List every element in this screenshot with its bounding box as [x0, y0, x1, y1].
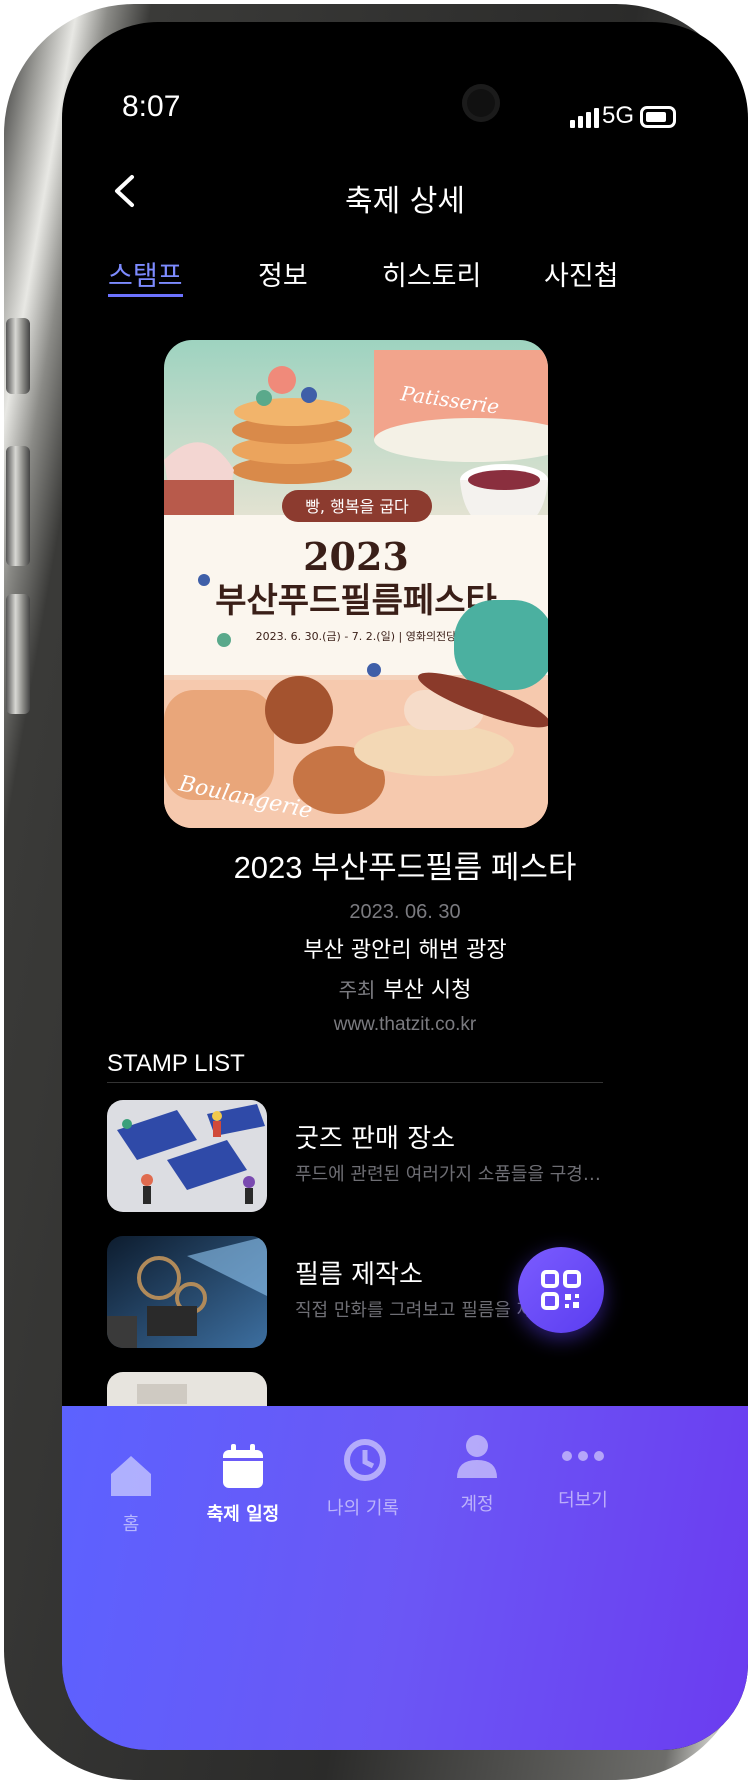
stamp-title: 필름 제작소 — [295, 1260, 423, 1290]
nav-label: 축제 일정 — [206, 1504, 280, 1525]
poster-festival-name: 부산푸드필름페스타 — [215, 581, 497, 621]
qr-scan-button[interactable] — [518, 1247, 604, 1333]
home-icon — [111, 1456, 151, 1496]
festival-poster: 빵, 행복을 굽다 2023 부산푸드필름페스타 2023. 6. 30.(금)… — [164, 340, 548, 828]
festival-host-row: 주최 부산 시청 — [62, 972, 748, 1004]
front-camera — [462, 84, 500, 122]
stamp-description: 푸드에 관련된 여러가지 소품들을 구경하면... — [295, 1164, 605, 1185]
nav-label: 계정 — [460, 1494, 494, 1515]
tab-history[interactable]: 히스토리 — [382, 254, 481, 293]
nav-account[interactable]: 계정 — [422, 1432, 532, 1516]
tab-info[interactable]: 정보 — [258, 254, 308, 293]
history-icon — [344, 1439, 386, 1481]
stamp-list-item[interactable]: 굿즈 판매 장소 푸드에 관련된 여러가지 소품들을 구경하면... — [107, 1100, 667, 1212]
bottom-nav: 홈 축제 일정 나의 기록 계정 더보기 — [62, 1406, 748, 1750]
poster-dates: 2023. 6. 30.(금) - 7. 2.(일) | 영화의전당 — [256, 629, 457, 643]
mute-switch — [6, 318, 30, 394]
battery-icon — [640, 106, 676, 128]
more-icon — [562, 1451, 604, 1461]
screen: 8:07 5G 축제 상세 스탬프 정보 히스토리 사진첩 빵, 행복을 굽다 … — [62, 22, 748, 1750]
host-value: 부산 시청 — [383, 978, 472, 1003]
stamp-list-header: STAMP LIST — [107, 1050, 245, 1077]
status-bar: 8:07 5G — [62, 22, 748, 142]
stamp-thumbnail — [107, 1236, 267, 1348]
tab-bar: 스탬프 정보 히스토리 사진첩 — [62, 254, 748, 314]
nav-more[interactable]: 더보기 — [528, 1436, 638, 1512]
tab-stamp[interactable]: 스탬프 — [108, 254, 183, 297]
festival-place: 부산 광안리 해변 광장 — [303, 938, 507, 963]
festival-date: 2023. 06. 30 — [349, 901, 461, 923]
status-time: 8:07 — [122, 90, 181, 123]
nav-home[interactable]: 홈 — [76, 1452, 186, 1536]
volume-down-button — [6, 594, 30, 714]
calendar-icon — [223, 1444, 263, 1488]
header: 축제 상세 — [62, 162, 748, 222]
nav-label: 더보기 — [558, 1490, 608, 1511]
tab-label: 정보 — [258, 261, 308, 292]
poster-year: 2023 — [303, 534, 409, 579]
stamp-title: 굿즈 판매 장소 — [295, 1124, 456, 1154]
festival-info: 2023 부산푸드필름 페스타 2023. 06. 30 부산 광안리 해변 광… — [62, 842, 748, 1036]
user-icon — [457, 1435, 497, 1478]
network-type: 5G — [602, 102, 635, 129]
tab-album[interactable]: 사진첩 — [544, 254, 619, 293]
tab-label: 히스토리 — [382, 261, 482, 292]
festival-title: 2023 부산푸드필름 페스타 — [233, 850, 577, 885]
volume-up-button — [6, 446, 30, 566]
nav-festival-schedule[interactable]: 축제 일정 — [188, 1442, 298, 1526]
tab-label: 사진첩 — [544, 261, 619, 292]
tab-active-indicator — [108, 294, 183, 297]
stamp-thumbnail — [107, 1100, 267, 1212]
festival-url[interactable]: www.thatzit.co.kr — [62, 1014, 748, 1036]
page-title: 축제 상세 — [345, 184, 465, 219]
tab-label: 스탬프 — [108, 261, 183, 292]
nav-label: 나의 기록 — [327, 1498, 399, 1519]
signal-icon — [570, 108, 602, 128]
host-label: 주최 — [338, 978, 376, 1002]
divider — [107, 1082, 603, 1083]
nav-my-records[interactable]: 나의 기록 — [308, 1436, 418, 1520]
nav-label: 홈 — [122, 1514, 140, 1535]
poster-tagline: 빵, 행복을 굽다 — [305, 497, 409, 516]
qr-code-icon — [541, 1270, 581, 1310]
